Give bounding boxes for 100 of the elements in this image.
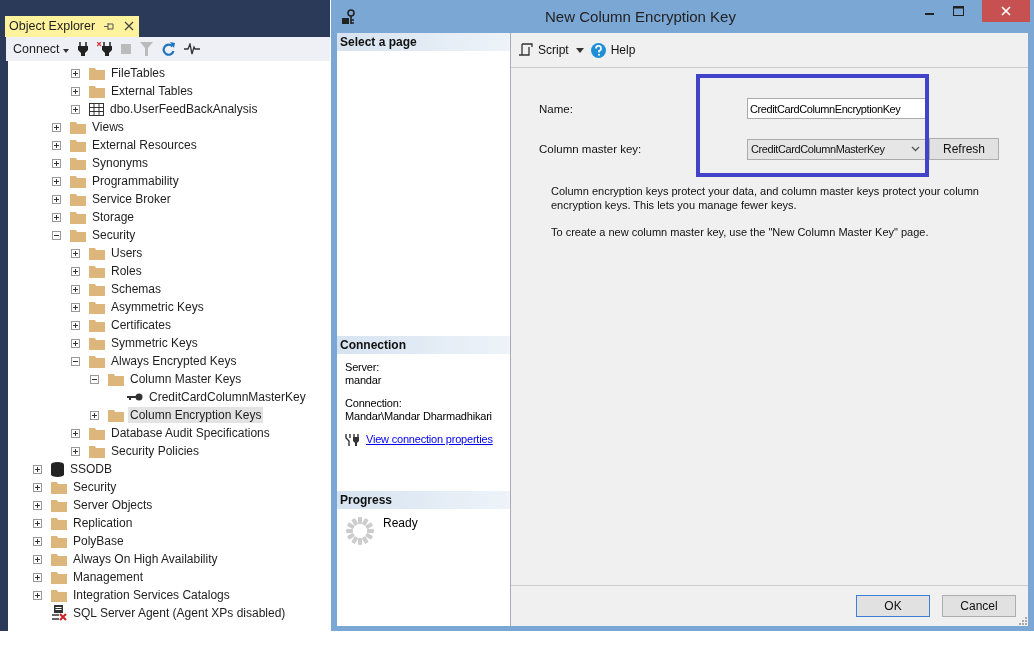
tree-item[interactable]: Schemas <box>109 281 164 297</box>
tree-item[interactable]: Security <box>90 227 138 243</box>
folder-icon <box>89 444 105 458</box>
section-header: Select a page <box>337 33 510 51</box>
expand-toggle[interactable] <box>71 104 80 114</box>
folder-icon <box>51 534 67 548</box>
tree-item[interactable]: Always Encrypted Keys <box>109 353 239 369</box>
collapse-toggle[interactable] <box>52 230 61 240</box>
tree-item[interactable]: Service Broker <box>90 191 173 207</box>
expand-toggle[interactable] <box>52 158 61 168</box>
expand-toggle[interactable] <box>52 212 61 222</box>
tree-item[interactable]: Synonyms <box>90 155 151 171</box>
tree-item[interactable]: SSODB <box>68 461 114 477</box>
tree-item[interactable]: Server Objects <box>71 497 155 513</box>
disconnect-icon[interactable] <box>97 42 113 56</box>
expand-toggle[interactable] <box>33 590 42 600</box>
tree-item[interactable]: Security Policies <box>109 443 202 459</box>
folder-icon <box>51 552 67 566</box>
activity-icon[interactable] <box>184 43 201 55</box>
tree-item[interactable]: CreditCardColumnMasterKey <box>147 389 308 405</box>
tree-item[interactable]: Database Audit Specifications <box>109 425 272 441</box>
tree-item[interactable]: PolyBase <box>71 533 126 549</box>
tree-item[interactable]: Certificates <box>109 317 174 333</box>
expand-toggle[interactable] <box>52 140 61 150</box>
expand-toggle[interactable] <box>71 266 80 276</box>
tree-item[interactable]: Users <box>109 245 145 261</box>
folder-icon <box>70 192 86 206</box>
tree-item[interactable]: External Resources <box>90 137 199 153</box>
expand-toggle[interactable] <box>71 428 80 438</box>
tree-item[interactable]: Symmetric Keys <box>109 335 200 351</box>
tree-item[interactable]: Security <box>71 479 119 495</box>
maximize-icon[interactable] <box>953 6 964 16</box>
script-button[interactable]: Script <box>519 43 569 57</box>
refresh-icon[interactable] <box>162 42 176 56</box>
ok-button[interactable]: OK <box>856 595 930 617</box>
connect-button[interactable]: Connect <box>13 42 70 56</box>
tree-item[interactable]: Management <box>71 569 146 585</box>
cancel-button[interactable]: Cancel <box>942 595 1016 617</box>
expand-toggle[interactable] <box>33 464 42 474</box>
tree-item[interactable]: Roles <box>109 263 144 279</box>
tree-item[interactable]: External Tables <box>109 83 195 99</box>
panel-title: Object Explorer <box>9 19 96 33</box>
caret-icon <box>63 49 70 53</box>
collapse-toggle[interactable] <box>90 374 99 384</box>
agent-icon <box>51 605 67 621</box>
tree-item[interactable]: Programmability <box>90 173 181 189</box>
dropdown-caret-icon[interactable] <box>575 47 584 53</box>
tree-item[interactable]: Views <box>90 119 126 135</box>
expand-toggle[interactable] <box>71 248 80 258</box>
chevron-down-icon <box>911 146 920 152</box>
refresh-button[interactable]: Refresh <box>929 138 999 160</box>
folder-icon <box>89 66 105 80</box>
connection-properties-link[interactable]: View connection properties <box>366 433 493 446</box>
folder-icon <box>89 318 105 332</box>
collapse-toggle[interactable] <box>71 356 80 366</box>
tree-item[interactable]: Replication <box>71 515 135 531</box>
field-label: Column master key: <box>539 143 643 155</box>
panel-tab[interactable]: Object Explorer <box>5 16 140 37</box>
tree-item[interactable]: Integration Services Catalogs <box>71 587 232 603</box>
tree-item[interactable]: Always On High Availability <box>71 551 220 567</box>
resize-grip-icon[interactable] <box>1018 616 1027 625</box>
expand-toggle[interactable] <box>52 122 61 132</box>
tree-item[interactable]: Column Encryption Keys <box>128 407 264 423</box>
close-button[interactable] <box>982 0 1030 22</box>
expand-toggle[interactable] <box>90 410 99 420</box>
expand-toggle[interactable] <box>33 572 42 582</box>
key-icon <box>127 393 143 401</box>
close-icon[interactable] <box>124 21 135 31</box>
field-label: Server: <box>345 361 381 374</box>
expand-toggle[interactable] <box>52 194 61 204</box>
tree-item[interactable]: dbo.UserFeedBackAnalysis <box>108 101 260 117</box>
expand-toggle[interactable] <box>33 536 42 546</box>
expand-toggle[interactable] <box>33 554 42 564</box>
folder-icon <box>51 588 67 602</box>
tree-item[interactable]: FileTables <box>109 65 168 81</box>
folder-icon <box>51 480 67 494</box>
tree-item[interactable]: SQL Server Agent (Agent XPs disabled) <box>71 605 288 621</box>
tree-item[interactable]: Column Master Keys <box>128 371 244 387</box>
pin-icon[interactable] <box>104 21 116 31</box>
expand-toggle[interactable] <box>71 320 80 330</box>
expand-toggle[interactable] <box>71 284 80 294</box>
expand-toggle[interactable] <box>71 302 80 312</box>
tree-item[interactable]: Asymmetric Keys <box>109 299 206 315</box>
folder-icon <box>108 408 124 422</box>
expand-toggle[interactable] <box>52 176 61 186</box>
expand-toggle[interactable] <box>71 68 80 78</box>
folder-icon <box>51 516 67 530</box>
expand-toggle[interactable] <box>71 86 80 96</box>
plug-icon[interactable] <box>78 42 89 56</box>
expand-toggle[interactable] <box>71 338 80 348</box>
expand-toggle[interactable] <box>33 518 42 528</box>
help-button[interactable]: Help <box>590 42 636 58</box>
folder-icon <box>89 246 105 260</box>
expand-toggle[interactable] <box>33 482 42 492</box>
close-icon <box>1001 6 1011 16</box>
expand-toggle[interactable] <box>33 500 42 510</box>
section-header: Progress <box>337 491 510 509</box>
expand-toggle[interactable] <box>71 446 80 456</box>
tree-item[interactable]: Storage <box>90 209 137 225</box>
folder-icon <box>51 570 67 584</box>
